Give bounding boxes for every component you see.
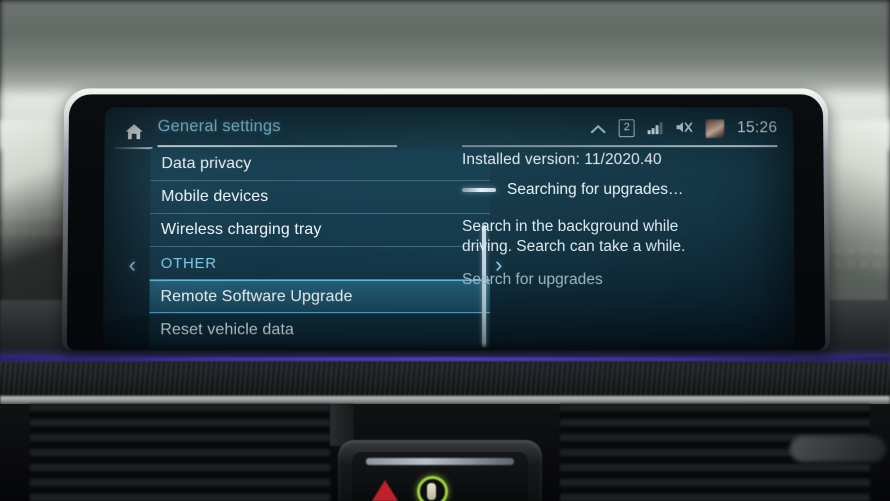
list-item-label: Reset vehicle data	[160, 320, 295, 338]
list-item[interactable]: Wireless charging tray	[149, 214, 491, 248]
clock: 15:26	[737, 119, 778, 137]
idrive-ui: General settings 2 15:26 Data privacy Mo…	[103, 107, 795, 351]
screen-bottom-fade	[102, 342, 796, 351]
stitching-left-1	[0, 216, 70, 217]
detail-panel: Installed version: 11/2020.40 Searching …	[462, 151, 783, 289]
steering-wheel-edge	[790, 436, 886, 462]
list-item-label: Data privacy	[161, 155, 252, 173]
list-item[interactable]: Mobile devices	[150, 181, 490, 215]
search-for-upgrades-button[interactable]: Search for upgrades	[462, 271, 783, 289]
stitching-left-2	[0, 232, 70, 233]
list-item-label: Mobile devices	[161, 188, 269, 206]
home-tab-underline	[114, 147, 153, 150]
green-status-ring-icon[interactable]	[417, 476, 448, 501]
page-title: General settings	[157, 117, 281, 136]
notification-count-badge[interactable]: 2	[618, 119, 635, 138]
chevron-up-icon[interactable]	[591, 122, 606, 137]
display-screen[interactable]: General settings 2 15:26 Data privacy Mo…	[102, 107, 796, 351]
driver-avatar-icon[interactable]	[705, 118, 725, 138]
chevron-left-icon[interactable]: ‹	[129, 252, 137, 277]
installed-version-text: Installed version: 11/2020.40	[461, 151, 662, 169]
infotainment-display: General settings 2 15:26 Data privacy Mo…	[61, 88, 831, 351]
searching-status-row: Searching for upgrades…	[461, 181, 782, 199]
status-bar: 2 15:26	[506, 113, 778, 143]
settings-list: Data privacy Mobile devices Wireless cha…	[149, 148, 491, 351]
home-icon[interactable]	[121, 119, 147, 143]
signal-bars-icon	[647, 122, 663, 135]
list-item[interactable]: Data privacy	[150, 148, 490, 182]
hazard-triangle-icon[interactable]	[372, 480, 398, 501]
progress-indicator-icon	[461, 188, 496, 193]
cabin-scene: General settings 2 15:26 Data privacy Mo…	[0, 0, 890, 501]
air-vent-left	[30, 404, 330, 501]
status-bar-underline	[461, 145, 778, 148]
searching-status-text: Searching for upgrades…	[506, 181, 684, 199]
list-section-header: OTHER	[149, 247, 491, 281]
list-item-label: Wireless charging tray	[160, 220, 322, 239]
dashboard-trim	[0, 362, 890, 398]
list-item-label: Remote Software Upgrade	[160, 287, 353, 305]
list-item-selected[interactable]: Remote Software Upgrade	[149, 280, 491, 314]
title-underline	[157, 145, 398, 148]
search-hint-text: Search in the background while driving. …	[461, 218, 686, 255]
control-pod-trim	[366, 458, 514, 465]
list-section-label: OTHER	[160, 254, 217, 272]
ambient-light-strip	[0, 357, 890, 361]
speaker-muted-icon[interactable]	[675, 120, 692, 137]
